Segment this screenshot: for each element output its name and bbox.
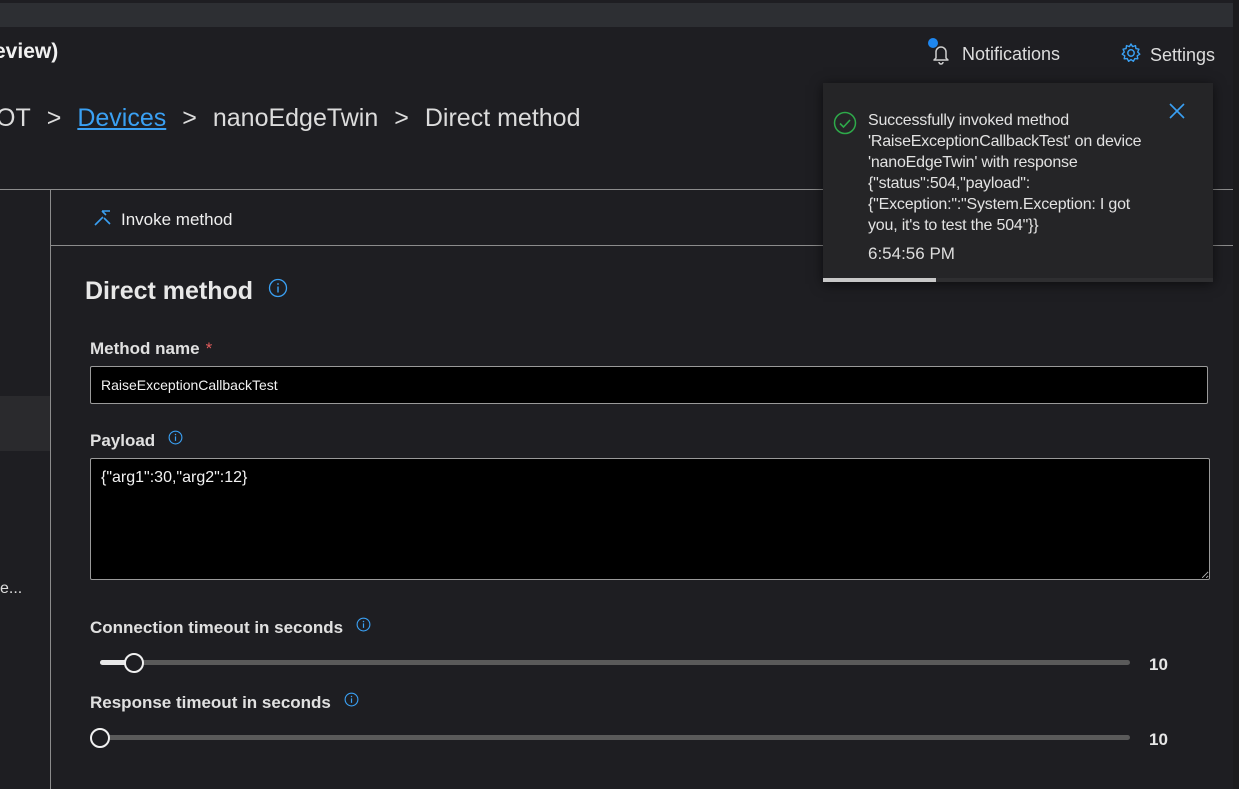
notifications-button[interactable]: Notifications — [928, 38, 1061, 66]
info-icon[interactable] — [356, 617, 371, 637]
bell-icon — [928, 38, 952, 66]
section-title-text: Direct method — [85, 277, 254, 305]
breadcrumb-item-device[interactable]: nanoEdgeTwin — [213, 104, 378, 132]
payload-label-text: Payload — [90, 431, 156, 450]
connection-timeout-label-text: Connection timeout in seconds — [90, 618, 344, 637]
toast-message: Successfully invoked method 'RaiseExcept… — [868, 112, 1142, 234]
nav-item-truncated[interactable]: e... — [0, 580, 22, 598]
info-icon[interactable] — [168, 430, 183, 450]
method-name-label: Method name * — [90, 339, 212, 359]
method-name-input[interactable] — [90, 366, 1208, 404]
notification-badge — [928, 38, 938, 48]
required-marker: * — [205, 339, 213, 358]
app-title: eview) — [0, 40, 59, 63]
settings-label: Settings — [1150, 45, 1216, 65]
nav-item-selected[interactable] — [0, 396, 50, 451]
slider-track — [100, 735, 1130, 740]
info-icon[interactable] — [344, 692, 359, 712]
connection-timeout-value: 10 — [1149, 655, 1168, 674]
gear-icon — [1120, 42, 1142, 69]
invoke-method-icon — [93, 207, 113, 232]
invoke-method-button[interactable]: Invoke method — [93, 207, 233, 232]
connection-timeout-label: Connection timeout in seconds — [90, 617, 371, 638]
slider-thumb[interactable] — [124, 653, 144, 673]
response-timeout-value: 10 — [1149, 730, 1168, 749]
connection-timeout-slider[interactable] — [100, 653, 1130, 673]
checkmark-circle-icon — [833, 111, 857, 140]
window-edge — [1233, 0, 1239, 789]
portal-top-bar — [0, 3, 1233, 27]
section-title: Direct method — [85, 276, 288, 306]
response-timeout-slider[interactable] — [90, 728, 1130, 748]
response-timeout-label: Response timeout in seconds — [90, 692, 359, 713]
settings-button[interactable]: Settings — [1120, 42, 1215, 69]
info-icon[interactable] — [268, 276, 288, 305]
notification-toast: Successfully invoked method 'RaiseExcept… — [823, 83, 1213, 282]
toast-timestamp: 6:54:56 PM — [868, 244, 955, 263]
notifications-label: Notifications — [962, 43, 1061, 64]
toast-progress-bar — [823, 278, 936, 282]
breadcrumb-separator: > — [394, 104, 409, 132]
response-timeout-label-text: Response timeout in seconds — [90, 693, 331, 712]
method-name-label-text: Method name — [90, 339, 200, 358]
breadcrumb: OT > Devices > nanoEdgeTwin > Direct method — [0, 104, 581, 133]
close-icon[interactable] — [1167, 101, 1187, 126]
breadcrumb-separator: > — [182, 104, 197, 132]
breadcrumb-item-current: Direct method — [424, 104, 581, 132]
nav-divider — [50, 190, 51, 789]
payload-label: Payload — [90, 430, 183, 451]
breadcrumb-item-devices[interactable]: Devices — [77, 104, 166, 132]
slider-track — [100, 660, 1130, 665]
breadcrumb-separator: > — [46, 104, 62, 132]
invoke-method-label: Invoke method — [121, 209, 233, 229]
breadcrumb-item-hub[interactable]: OT — [0, 104, 31, 132]
payload-textarea[interactable] — [90, 458, 1210, 580]
slider-thumb[interactable] — [90, 728, 110, 748]
